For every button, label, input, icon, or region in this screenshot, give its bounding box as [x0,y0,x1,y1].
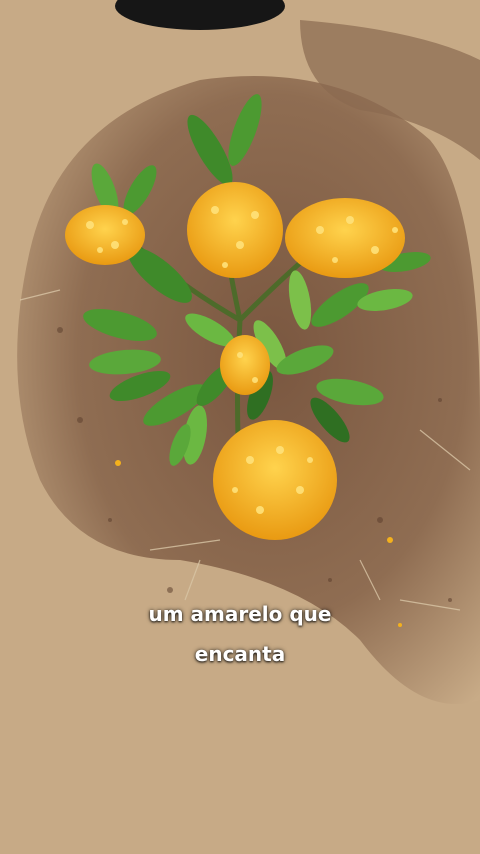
flower-cluster-middle [220,335,270,395]
caption-line-1: um amarelo que [148,602,332,626]
flower-cluster-top-center [187,182,283,278]
caption-line-2: encanta [194,642,286,666]
photo-scene: um amarelo que encanta [0,0,480,854]
plant-photo [0,0,480,854]
flower-cluster-right [285,198,405,278]
flower-cluster-left [65,205,145,265]
flower-cluster-bottom [213,420,337,540]
